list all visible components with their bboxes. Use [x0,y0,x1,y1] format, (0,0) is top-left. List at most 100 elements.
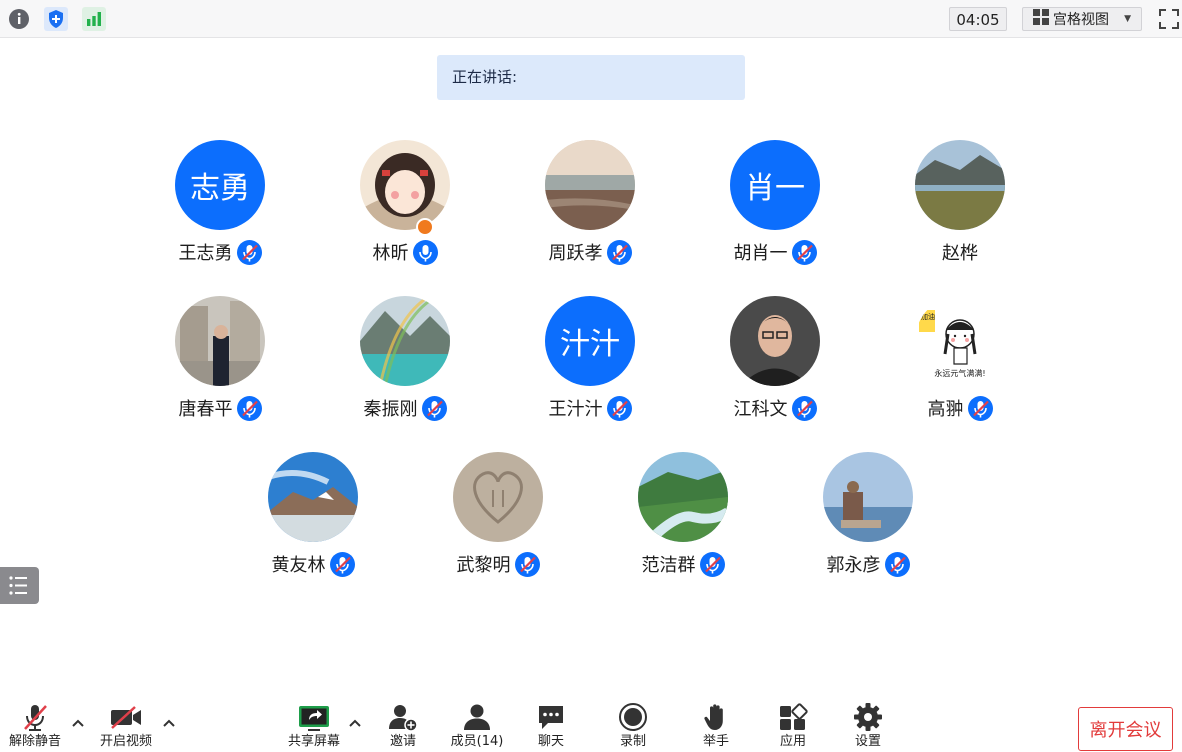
apps-button[interactable]: 应用 [773,700,813,752]
raise-hand-label: 举手 [702,734,729,749]
view-mode-dropdown[interactable]: 宫格视图 ▼ [1022,7,1142,31]
mic-muted-icon [885,552,910,577]
participant-name: 郭永彦 [826,555,881,576]
invite-label: 邀请 [389,734,416,749]
mic-muted-icon [607,240,632,265]
participant-tile[interactable]: 郭永彦 [793,452,943,592]
avatar-motto-text: 永远元气满满! [934,368,985,378]
record-icon [618,700,648,734]
avatar [823,452,913,542]
audio-options-chevron-icon[interactable] [71,716,85,730]
participant-tile[interactable]: 赵桦 [885,140,1035,280]
share-screen-button[interactable]: 共享屏幕 [284,700,344,752]
participant-list-toggle[interactable] [0,567,39,604]
unmute-button[interactable]: 解除静音 [6,700,64,752]
mic-muted-icon [422,396,447,421]
participant-name: 武黎明 [456,555,511,576]
members-button[interactable]: 成员(14) [448,700,506,752]
video-options-chevron-icon[interactable] [162,716,176,730]
settings-label: 设置 [854,734,881,749]
mic-muted-icon [330,552,355,577]
mic-muted-icon [792,396,817,421]
unmute-label: 解除静音 [8,734,61,749]
record-label: 录制 [619,734,646,749]
avatar [915,140,1005,230]
share-screen-icon [298,700,330,734]
mic-muted-icon [968,396,993,421]
mic-muted-icon [792,240,817,265]
participant-tile[interactable]: 加油 永远元气满满! 高翀 [885,296,1035,436]
settings-button[interactable]: 设置 [848,700,888,752]
mic-muted-icon [515,552,540,577]
avatar-initials: 肖一 [730,140,820,230]
meeting-timer: 04:05 [949,7,1007,31]
avatar-initials: 志勇 [175,140,265,230]
participant-name: 黄友林 [271,555,326,576]
avatar [360,296,450,386]
raise-hand-button[interactable]: 举手 [696,700,736,752]
active-speaker-banner: 正在讲话: [437,55,745,100]
participant-name: 江科文 [733,399,788,420]
security-shield-icon[interactable] [43,6,69,32]
mic-muted-icon [700,552,725,577]
participant-name: 秦振刚 [363,399,418,420]
mic-muted-icon [237,396,262,421]
share-options-chevron-icon[interactable] [348,716,362,730]
participant-tile[interactable]: 武黎明 [423,452,573,592]
participant-name: 王志勇 [178,243,233,264]
participant-name: 唐春平 [178,399,233,420]
members-icon [462,700,492,734]
leave-meeting-button[interactable]: 离开会议 [1078,707,1173,751]
avatar [638,452,728,542]
list-icon [9,576,27,595]
participant-tile[interactable]: 范洁群 [608,452,758,592]
raise-hand-icon [701,700,731,734]
fullscreen-icon[interactable] [1156,6,1182,32]
start-video-button[interactable]: 开启视频 [96,700,156,752]
participant-tile[interactable]: 汁汁 王汁汁 [515,296,665,436]
participant-name: 周跃孝 [548,243,603,264]
participant-name: 王汁汁 [548,399,603,420]
avatar: 加油 永远元气满满! [915,296,1005,386]
host-badge-icon [416,218,434,236]
share-screen-label: 共享屏幕 [287,734,340,749]
participant-tile[interactable]: 肖一 胡肖一 [700,140,850,280]
avatar [268,452,358,542]
participant-tile[interactable]: 唐春平 [145,296,295,436]
participant-tile[interactable]: 江科文 [700,296,850,436]
participant-tile[interactable]: 林昕 [330,140,480,280]
apps-icon [778,700,808,734]
view-mode-label: 宫格视图 [1053,12,1109,28]
record-button[interactable]: 录制 [613,700,653,752]
gear-icon [853,700,883,734]
mic-muted-icon [20,700,50,734]
avatar [453,452,543,542]
video-off-icon [109,700,143,734]
chat-icon [536,700,566,734]
participant-tile[interactable]: 秦振刚 [330,296,480,436]
participant-name: 林昕 [372,243,409,264]
mic-muted-icon [607,396,632,421]
invite-button[interactable]: 邀请 [383,700,423,752]
avatar [175,296,265,386]
participant-name: 高翀 [927,399,964,420]
add-user-icon [388,700,418,734]
chat-button[interactable]: 聊天 [531,700,571,752]
participant-tile[interactable]: 志勇 王志勇 [145,140,295,280]
mic-muted-icon [237,240,262,265]
participant-tile[interactable]: 周跃孝 [515,140,665,280]
members-label: 成员(14) [450,734,504,749]
mic-on-icon [413,240,438,265]
participant-name: 胡肖一 [733,243,788,264]
participant-tile[interactable]: 黄友林 [238,452,388,592]
signal-strength-icon[interactable] [81,6,107,32]
participant-name: 范洁群 [641,555,696,576]
info-icon[interactable] [6,6,32,32]
chevron-down-icon: ▼ [1124,14,1131,24]
top-bar: 04:05 宫格视图 ▼ [0,0,1182,38]
chat-label: 聊天 [537,734,564,749]
avatar [730,296,820,386]
participant-name: 赵桦 [942,243,978,264]
apps-label: 应用 [779,734,806,749]
start-video-label: 开启视频 [99,734,152,749]
